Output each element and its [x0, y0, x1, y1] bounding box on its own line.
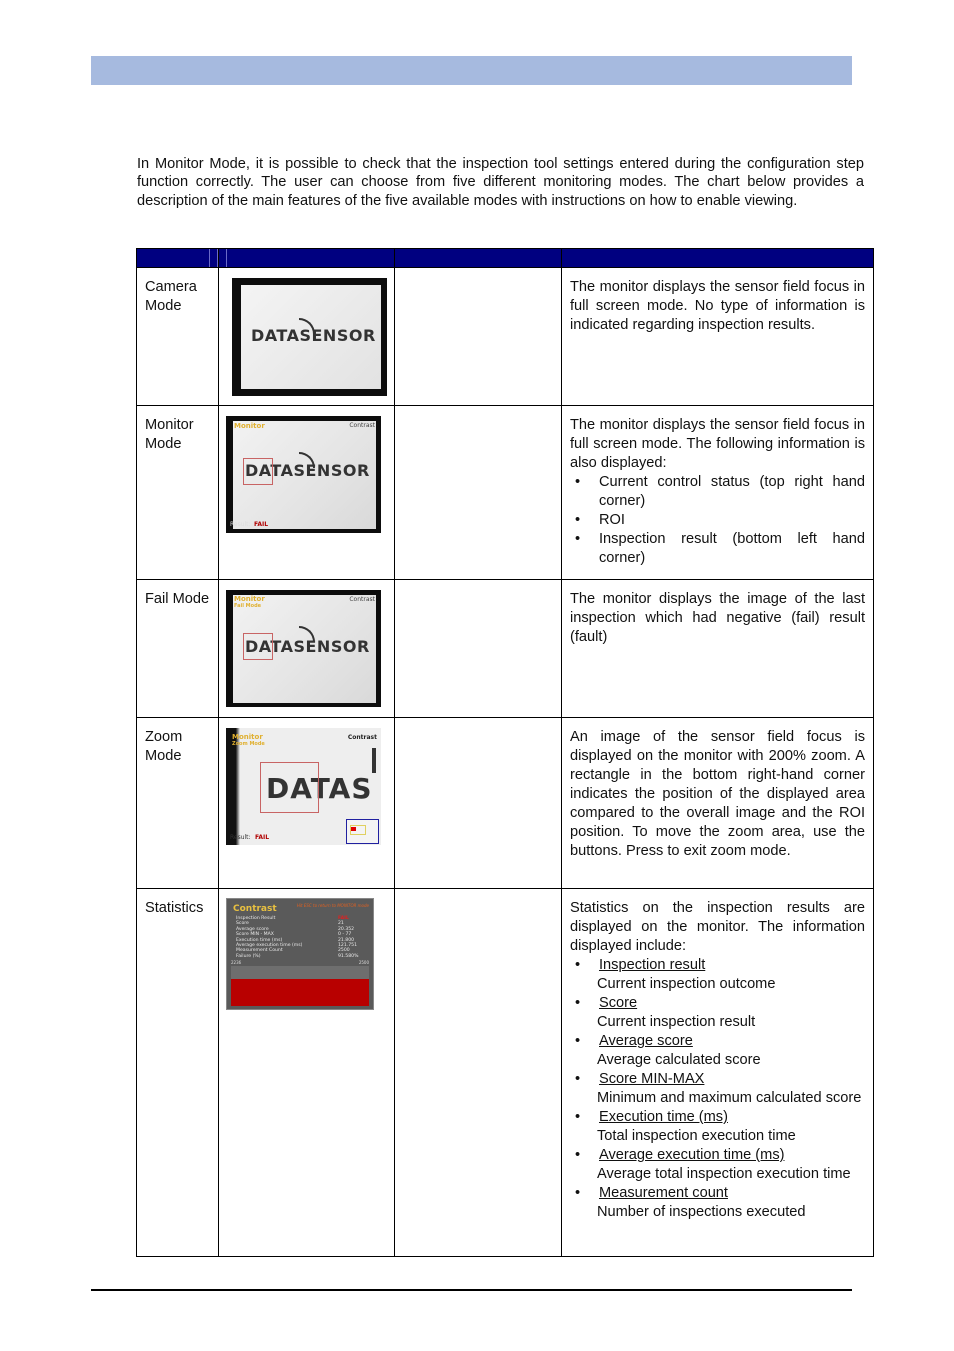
list-item: ROI	[570, 511, 865, 530]
stats-row: Failure (%) 91.580%	[236, 954, 368, 959]
zoom-mode-screenshot: Monitor Zoom Mode Contrast DATAS Result:…	[226, 728, 381, 845]
failure-bar	[231, 979, 369, 1006]
mode-name: Fail Mode	[145, 591, 210, 607]
roi-rectangle	[260, 762, 319, 813]
list-item-title: Score MIN-MAX	[599, 1071, 705, 1087]
table-row: Zoom Mode Monitor Zoom Mode Contrast DAT…	[136, 717, 874, 889]
mode-name: Camera Mode	[145, 279, 197, 314]
list-item: Inspection result (bottom left hand corn…	[570, 530, 865, 568]
stats-row-value: 91.580%	[338, 953, 359, 959]
footer-rule	[91, 1289, 852, 1291]
header-cell-mode	[136, 248, 219, 268]
mode-description: Statistics on the inspection results are…	[570, 900, 865, 954]
list-item-title: Measurement count	[599, 1185, 728, 1201]
page-header-band	[91, 56, 852, 85]
list-item: Measurement count	[570, 1184, 865, 1203]
list-item-title: Average execution time (ms)	[599, 1147, 785, 1163]
list-item: Average execution time (ms)	[570, 1146, 865, 1165]
intro-paragraph: In Monitor Mode, it is possible to check…	[137, 156, 864, 209]
list-item-text: Average calculated score	[597, 1052, 761, 1068]
list-item-text: Average total inspection execution time	[597, 1166, 851, 1182]
table-row: Statistics Contrast Hit ESC to return to…	[136, 888, 874, 1257]
stats-row-label: Failure (%)	[236, 953, 261, 959]
roi-rectangle	[243, 633, 273, 660]
list-item-title: Average score	[599, 1033, 693, 1049]
list-item-text: Total inspection execution time	[597, 1128, 796, 1144]
list-item-text: Current inspection result	[597, 1014, 756, 1030]
mode-description: The monitor displays the sensor field fo…	[570, 279, 865, 333]
list-item-text: Current inspection outcome	[597, 976, 776, 992]
list-item: Score MIN-MAX	[570, 1070, 865, 1089]
list-item: Inspection result	[570, 956, 865, 975]
table-row: Fail Mode Monitor Fail Mode Contrast DAT…	[136, 579, 874, 718]
list-item: Score	[570, 994, 865, 1013]
mode-description: The monitor displays the sensor field fo…	[570, 417, 865, 471]
roi-rectangle	[243, 458, 273, 485]
table-row: Camera Mode DATASENSOR The monitor displ…	[136, 267, 874, 406]
monitor-modes-table: Camera Mode DATASENSOR The monitor displ…	[136, 248, 874, 1257]
list-item: Average score	[570, 1032, 865, 1051]
camera-mode-screenshot: DATASENSOR	[232, 278, 387, 396]
statistics-list: Inspection result Current inspection outc…	[570, 956, 865, 1222]
list-item-text: Number of inspections executed	[597, 1204, 806, 1220]
list-item-title: Inspection result	[599, 957, 706, 973]
list-item: Current control status (top right hand c…	[570, 473, 865, 511]
header-cell-enable	[394, 248, 562, 268]
monitor-mode-screenshot: Monitor Contrast DATASENSOR Result: FAIL	[226, 416, 381, 533]
list-item-title: Score	[599, 995, 638, 1011]
header-cell-description	[561, 248, 874, 268]
zoom-position-indicator	[346, 819, 379, 844]
datasensor-logo: DATASENSOR	[251, 326, 376, 345]
info-list: Current control status (top right hand c…	[570, 473, 865, 568]
statistics-screenshot: Contrast Hit ESC to return to MONITOR mo…	[226, 898, 374, 1010]
header-cell-image	[218, 248, 395, 268]
table-row: Monitor Mode Monitor Contrast DATASENSOR…	[136, 405, 874, 580]
list-item-text: Minimum and maximum calculated score	[597, 1090, 862, 1106]
mode-description: The monitor displays the image of the la…	[570, 591, 865, 645]
mode-name: Statistics	[145, 900, 204, 916]
table-header-row	[136, 248, 874, 268]
mode-name: Zoom Mode	[145, 729, 183, 764]
list-item-title: Execution time (ms)	[599, 1109, 728, 1125]
list-item: Execution time (ms)	[570, 1108, 865, 1127]
mode-name: Monitor Mode	[145, 417, 194, 452]
fail-mode-screenshot: Monitor Fail Mode Contrast DATASENSOR	[226, 590, 381, 707]
mode-description: An image of the sensor field focus is di…	[570, 729, 865, 859]
